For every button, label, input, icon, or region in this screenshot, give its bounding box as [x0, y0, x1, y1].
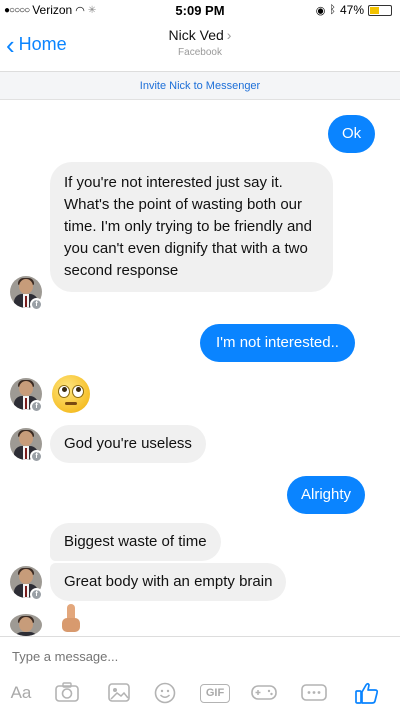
contact-name: Nick Ved — [168, 27, 224, 43]
message-incoming[interactable]: If you're not interested just say it. Wh… — [50, 162, 333, 292]
facebook-badge-icon: f — [30, 298, 43, 311]
more-icon[interactable] — [298, 681, 330, 705]
message-incoming[interactable]: Great body with an empty brain — [50, 563, 287, 601]
status-right: ◉ ᛒ 47% — [316, 3, 392, 17]
message-outgoing[interactable]: I'm not interested.. — [200, 324, 355, 362]
message-incoming[interactable]: Biggest waste of time — [50, 523, 221, 561]
composer-toolbar: Aa GIF — [0, 681, 400, 709]
battery-percent: 47% — [339, 3, 364, 17]
avatar[interactable] — [10, 614, 42, 636]
camera-icon[interactable] — [52, 681, 82, 705]
conversation-header: ‹ Home Nick Ved › Facebook — [0, 20, 400, 72]
facebook-badge-icon: f — [30, 588, 43, 601]
battery-fill — [370, 6, 379, 14]
photo-gallery-icon[interactable] — [104, 681, 134, 705]
gif-button[interactable]: GIF — [200, 684, 230, 703]
message-outgoing[interactable]: Ok — [328, 115, 376, 153]
middle-finger-emoji-icon[interactable] — [60, 604, 82, 632]
facebook-badge-icon: f — [30, 450, 43, 463]
invite-banner[interactable]: Invite Nick to Messenger — [0, 72, 400, 100]
status-bar: ●○○○○ Verizon ◠ ✳ 5:09 PM ◉ ᛒ 47% — [0, 0, 400, 20]
text-format-button[interactable]: Aa — [6, 681, 36, 705]
smiley-icon[interactable] — [150, 681, 180, 705]
rolling-eyes-emoji-icon[interactable] — [52, 375, 90, 413]
bluetooth-icon: ᛒ — [329, 4, 336, 16]
message-incoming[interactable]: God you're useless — [50, 425, 206, 463]
battery-icon — [368, 4, 392, 16]
thumbs-up-icon[interactable] — [352, 681, 382, 705]
message-input[interactable] — [12, 649, 312, 664]
chevron-right-icon: › — [226, 27, 232, 43]
location-icon: ◉ — [315, 4, 326, 17]
message-outgoing[interactable]: Alrighty — [287, 476, 366, 514]
game-controller-icon[interactable] — [248, 681, 280, 705]
composer: Aa GIF — [0, 636, 400, 713]
contact-source: Facebook — [178, 47, 222, 58]
facebook-badge-icon: f — [30, 400, 43, 413]
contact-name-button[interactable]: Nick Ved › — [0, 27, 400, 43]
